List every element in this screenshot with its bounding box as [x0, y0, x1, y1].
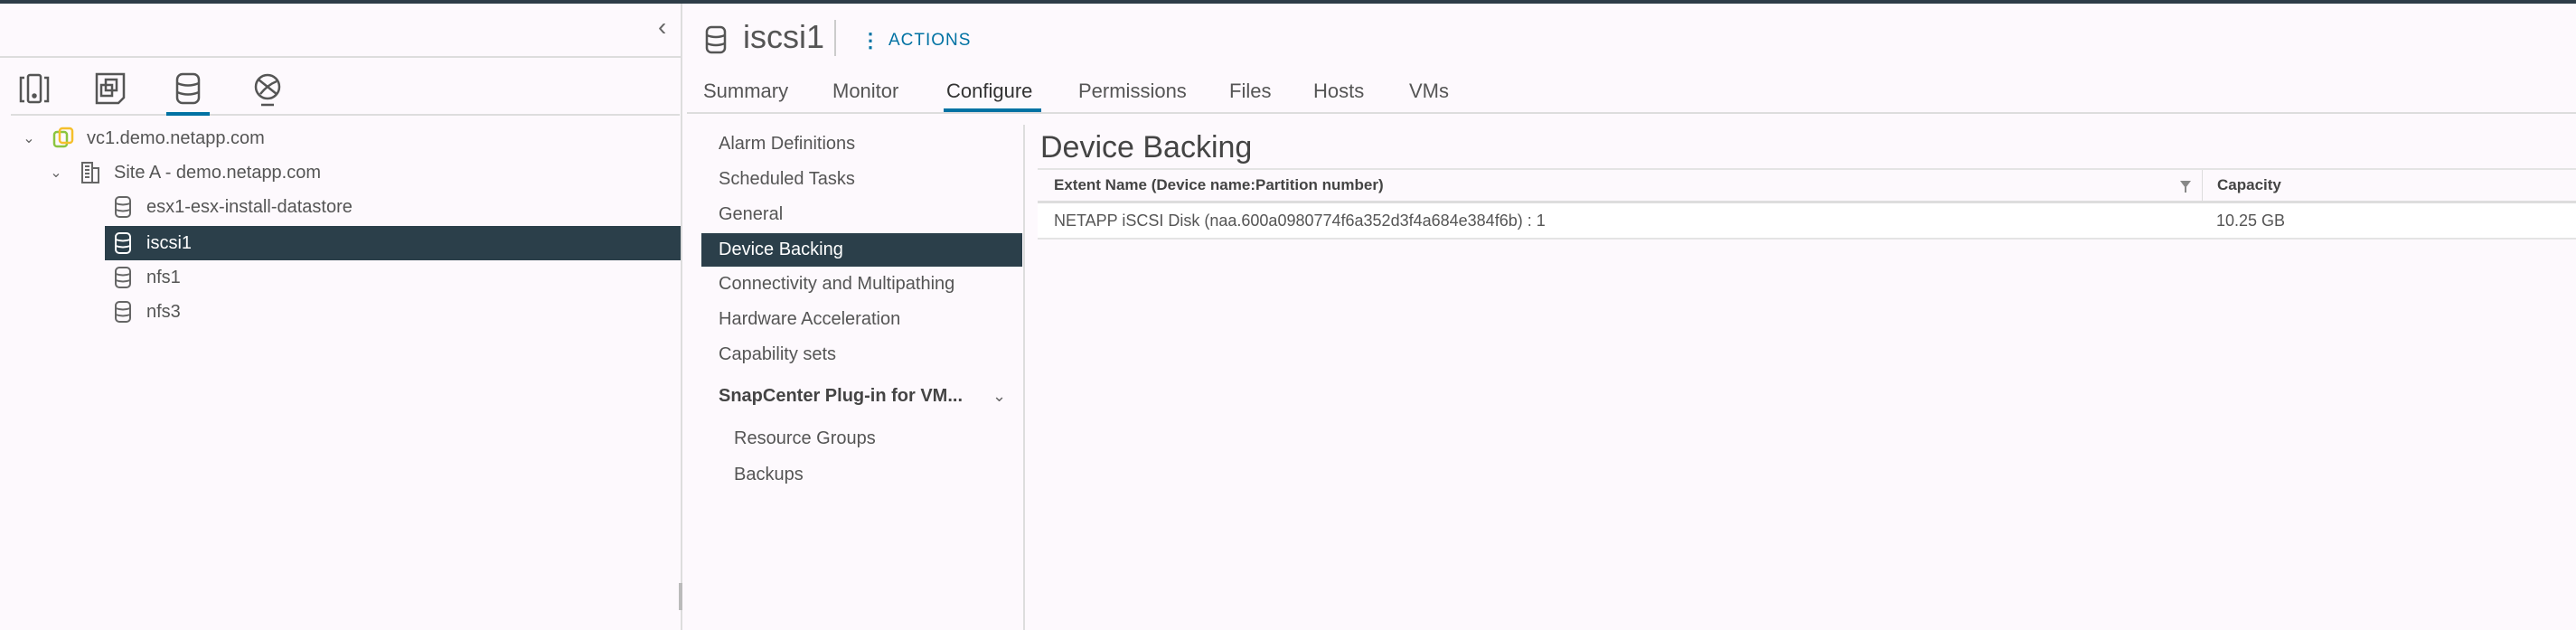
cell-extent-name: NETAPP iSCSI Disk (naa.600a0980774f6a352… — [1054, 211, 1546, 230]
column-header-extent-name[interactable]: Extent Name (Device name:Partition numbe… — [1038, 170, 2202, 201]
datastore-icon — [705, 25, 727, 54]
config-item-general[interactable]: General — [701, 198, 1022, 231]
chevron-down-icon[interactable]: ⌄ — [47, 164, 65, 182]
config-item-connectivity[interactable]: Connectivity and Multipathing — [701, 268, 1022, 301]
config-item-device-backing[interactable]: Device Backing — [701, 233, 1022, 267]
column-header-capacity[interactable]: Capacity — [2202, 170, 2576, 201]
tree-item-datastore[interactable]: esx1-esx-install-datastore — [0, 190, 681, 224]
networking-tab[interactable] — [249, 71, 286, 107]
config-item-capability-sets[interactable]: Capability sets — [701, 338, 1022, 371]
config-item-hardware-acceleration[interactable]: Hardware Acceleration — [701, 303, 1022, 336]
vms-templates-tab[interactable] — [92, 71, 128, 107]
tree-item-vcenter[interactable]: ⌄ vc1.demo.netapp.com — [0, 121, 681, 155]
divider — [687, 112, 2576, 114]
divider — [834, 20, 836, 56]
datacenter-icon — [80, 161, 101, 184]
tree-item-datacenter[interactable]: ⌄ Site A - demo.netapp.com — [0, 155, 681, 190]
tab-monitor[interactable]: Monitor — [832, 80, 898, 103]
hosts-clusters-icon — [19, 73, 50, 104]
tree-item-label: iscsi1 — [146, 232, 193, 253]
active-tab-indicator — [944, 108, 1041, 112]
chevron-down-icon[interactable]: ⌄ — [20, 129, 38, 147]
config-item-resource-groups[interactable]: Resource Groups — [701, 422, 1022, 456]
tree-item-label: nfs3 — [146, 301, 181, 322]
cell-capacity: 10.25 GB — [2216, 211, 2286, 230]
datastore-icon — [112, 300, 134, 324]
networking-icon — [254, 73, 281, 107]
chevron-down-icon[interactable]: ⌄ — [992, 387, 1006, 406]
page-title: Device Backing — [1040, 130, 1253, 165]
tree-item-label: Site A - demo.netapp.com — [114, 162, 322, 183]
divider — [11, 114, 680, 116]
divider — [1023, 125, 1025, 630]
tab-configure[interactable]: Configure — [946, 80, 1032, 103]
tree-item-label: vc1.demo.netapp.com — [87, 127, 265, 148]
datastore-icon — [112, 266, 134, 289]
hosts-clusters-tab[interactable] — [16, 71, 52, 107]
tab-summary[interactable]: Summary — [703, 80, 788, 103]
config-item-backups[interactable]: Backups — [701, 458, 1022, 492]
divider — [0, 56, 682, 58]
datastore-icon — [112, 231, 134, 255]
table-header: Extent Name (Device name:Partition numbe… — [1038, 168, 2576, 203]
config-item-alarm-definitions[interactable]: Alarm Definitions — [701, 127, 1022, 161]
table-row[interactable]: NETAPP iSCSI Disk (naa.600a0980774f6a352… — [1038, 203, 2576, 240]
tab-permissions[interactable]: Permissions — [1078, 80, 1187, 103]
config-item-scheduled-tasks[interactable]: Scheduled Tasks — [701, 163, 1022, 196]
device-backing-table: Extent Name (Device name:Partition numbe… — [1038, 168, 2576, 240]
vms-templates-icon — [95, 72, 126, 105]
tab-hosts[interactable]: Hosts — [1313, 80, 1364, 103]
tree-item-label: nfs1 — [146, 267, 181, 287]
column-label: Extent Name (Device name:Partition numbe… — [1054, 176, 1384, 193]
chevron-left-icon: ‹ — [658, 13, 667, 41]
panel-resize-handle[interactable] — [679, 583, 682, 610]
vcenter-icon — [52, 127, 74, 150]
tree-item-datastore[interactable]: nfs3 — [0, 295, 681, 329]
datastore-icon — [112, 195, 134, 219]
tree-item-datastore-selected[interactable]: iscsi1 — [105, 226, 681, 260]
vertical-ellipsis-icon: ⋮ — [860, 29, 881, 52]
config-group-snapcenter[interactable]: SnapCenter Plug-in for VM... ⌄ — [701, 380, 1022, 413]
storage-icon — [175, 72, 201, 105]
tree-item-label: esx1-esx-install-datastore — [146, 196, 353, 217]
group-label: SnapCenter Plug-in for VM... — [719, 386, 964, 406]
tab-vms[interactable]: VMs — [1409, 80, 1449, 103]
actions-button[interactable]: ⋮ ACTIONS — [860, 29, 971, 52]
filter-icon[interactable] — [2180, 181, 2191, 193]
actions-label: ACTIONS — [888, 31, 972, 50]
object-title: iscsi1 — [743, 18, 825, 55]
collapse-panel-button[interactable]: ‹ — [658, 13, 666, 42]
tab-files[interactable]: Files — [1229, 80, 1271, 103]
storage-tab[interactable] — [170, 71, 206, 107]
active-tab-indicator — [166, 112, 210, 116]
tree-item-datastore[interactable]: nfs1 — [0, 260, 681, 295]
